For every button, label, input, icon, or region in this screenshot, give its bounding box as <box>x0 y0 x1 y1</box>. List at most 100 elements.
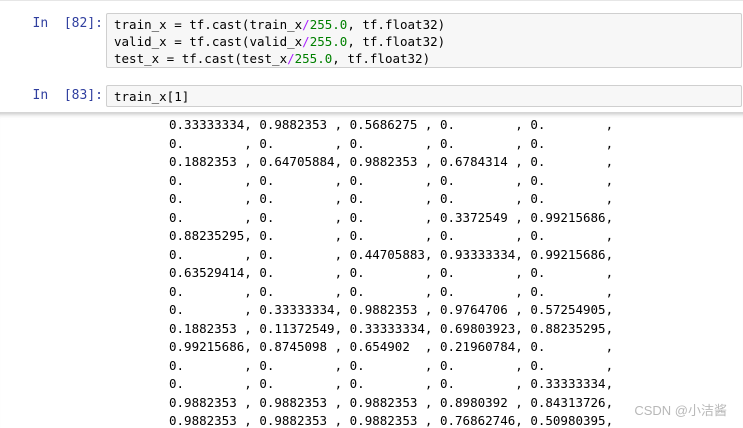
output-row: 0.99215686, 0.8745098 , 0.654902 , 0.219… <box>169 339 613 354</box>
output-value: 0. , <box>259 191 343 206</box>
output-row: 0. , 0. , 0. , 0. , 0. , <box>169 173 613 188</box>
output-value: 0.63529414, <box>169 265 252 280</box>
output-value: 0.88235295, <box>530 320 614 336</box>
output-value: 0. , <box>259 265 343 280</box>
output-value: 0. , <box>439 283 523 299</box>
output-value: 0. , <box>169 172 252 188</box>
notebook-top-border <box>0 0 743 1</box>
output-value: 0.21960784, <box>439 339 523 354</box>
output-value: 0.76862746, <box>439 413 523 428</box>
output-value: 0.9882353 , <box>169 413 252 428</box>
output-row: 0. , 0.33333334, 0.9882353 , 0.9764706 ,… <box>169 302 613 317</box>
output-value: 0. , <box>530 228 614 243</box>
output-value: 0. , <box>349 135 433 151</box>
output-value: 0.33333334, <box>259 302 343 317</box>
output-value: 0.8980392 , <box>439 394 523 410</box>
output-value: 0. , <box>259 135 343 151</box>
output-value: 0.88235295, <box>169 228 252 243</box>
code-input-area[interactable]: train_x = tf.cast(train_x/255.0, tf.floa… <box>106 13 742 68</box>
output-value: 0.1882353 , <box>169 320 252 336</box>
output-value: 0.9882353 , <box>349 394 433 410</box>
output-value: 0.9882353 , <box>259 117 343 132</box>
output-value: 0. , <box>530 191 614 206</box>
output-value: 0.9882353 , <box>169 394 252 410</box>
output-value: 0.33333334, <box>169 117 252 132</box>
output-value: 0.69803923, <box>439 320 523 336</box>
output-value: 0. , <box>259 209 343 225</box>
output-value: 0. , <box>169 246 252 262</box>
code-line: test_x = tf.cast(test_x/255.0, tf.float3… <box>114 51 431 66</box>
output-value: 0.5686275 , <box>349 117 433 132</box>
watermark: CSDN @小洁酱 <box>632 400 729 419</box>
output-value: 0. , <box>259 357 343 373</box>
output-value: 0.57254905, <box>530 302 614 317</box>
output-value: 0.93333334, <box>439 246 523 262</box>
code-line: train_x = tf.cast(train_x/255.0, tf.floa… <box>114 17 446 32</box>
output-row: 0.1882353 , 0.11372549, 0.33333334, 0.69… <box>169 321 613 336</box>
cell-output-scroll-area[interactable]: 0.33333334, 0.9882353 , 0.5686275 , 0. ,… <box>0 112 743 428</box>
output-value: 0. , <box>439 228 523 243</box>
output-value: 0. , <box>530 265 614 280</box>
output-value: 0.99215686, <box>530 209 614 225</box>
output-value: 0.654902 , <box>349 339 433 354</box>
output-value: 0.84313726, <box>530 394 614 410</box>
output-value: 0. , <box>530 357 614 373</box>
output-value: 0.50980395, <box>530 413 614 428</box>
code-line: valid_x = tf.cast(valid_x/255.0, tf.floa… <box>114 34 446 49</box>
output-value: 0. , <box>439 357 523 373</box>
output-value: 0.9882353 , <box>259 394 343 410</box>
output-value: 0.99215686, <box>169 339 252 354</box>
output-value: 0. , <box>439 265 523 280</box>
output-row: 0. , 0. , 0. , 0. , 0. , <box>169 191 613 206</box>
code-editor[interactable]: train_x = tf.cast(train_x/255.0, tf.floa… <box>107 14 741 67</box>
output-value: 0. , <box>439 191 523 206</box>
output-value: 0.9882353 , <box>349 302 433 317</box>
code-line: train_x[1] <box>114 89 190 104</box>
output-value: 0.11372549, <box>259 320 343 336</box>
output-row: 0. , 0. , 0. , 0. , 0. , <box>169 136 613 151</box>
output-row: 0.88235295, 0. , 0. , 0. , 0. , <box>169 228 613 243</box>
output-value: 0. , <box>259 228 343 243</box>
output-value: 0. , <box>349 283 433 299</box>
output-value: 0. , <box>530 172 614 188</box>
output-value: 0. , <box>349 376 433 391</box>
output-value: 0.33333334, <box>349 320 433 336</box>
output-value: 0.9882353 , <box>349 154 433 169</box>
output-value: 0. , <box>439 117 523 132</box>
output-value: 0. , <box>259 172 343 188</box>
code-input-area[interactable]: train_x[1] <box>106 85 742 107</box>
output-value: 0. , <box>530 339 614 354</box>
output-value: 0. , <box>349 172 433 188</box>
input-prompt: In [82]: <box>32 16 103 31</box>
output-value: 0. , <box>169 283 252 299</box>
code-editor[interactable]: train_x[1] <box>107 86 741 105</box>
output-row: 0. , 0. , 0. , 0. , 0.33333334, <box>169 376 613 391</box>
output-row: 0.9882353 , 0.9882353 , 0.9882353 , 0.76… <box>169 413 613 428</box>
output-row: 0. , 0. , 0. , 0.3372549 , 0.99215686, <box>169 210 613 225</box>
output-value: 0.6784314 , <box>439 154 523 169</box>
output-row: 0.33333334, 0.9882353 , 0.5686275 , 0. ,… <box>169 117 613 132</box>
output-value: 0. , <box>259 376 343 391</box>
output-value: 0. , <box>439 376 523 391</box>
output-value: 0.3372549 , <box>439 209 523 225</box>
output-row: 0. , 0. , 0.44705883, 0.93333334, 0.9921… <box>169 247 613 262</box>
output-value: 0. , <box>349 209 433 225</box>
output-value: 0. , <box>169 376 252 391</box>
output-value: 0. , <box>259 283 343 299</box>
output-row: 0. , 0. , 0. , 0. , 0. , <box>169 358 613 373</box>
output-value: 0. , <box>349 357 433 373</box>
output-row: 0. , 0. , 0. , 0. , 0. , <box>169 284 613 299</box>
output-value: 0. , <box>169 302 252 317</box>
output-value: 0. , <box>530 135 614 151</box>
output-value: 0. , <box>349 191 433 206</box>
output-value: 0. , <box>169 135 252 151</box>
output-value: 0. , <box>439 135 523 151</box>
output-value: 0. , <box>169 191 252 206</box>
output-value: 0. , <box>530 283 614 299</box>
output-row: 0.9882353 , 0.9882353 , 0.9882353 , 0.89… <box>169 395 613 410</box>
output-value: 0.44705883, <box>349 246 433 262</box>
output-value: 0.33333334, <box>530 376 614 391</box>
output-value: 0. , <box>349 228 433 243</box>
output-text: 0.33333334, 0.9882353 , 0.5686275 , 0. ,… <box>169 116 613 428</box>
output-value: 0.99215686, <box>530 246 614 262</box>
